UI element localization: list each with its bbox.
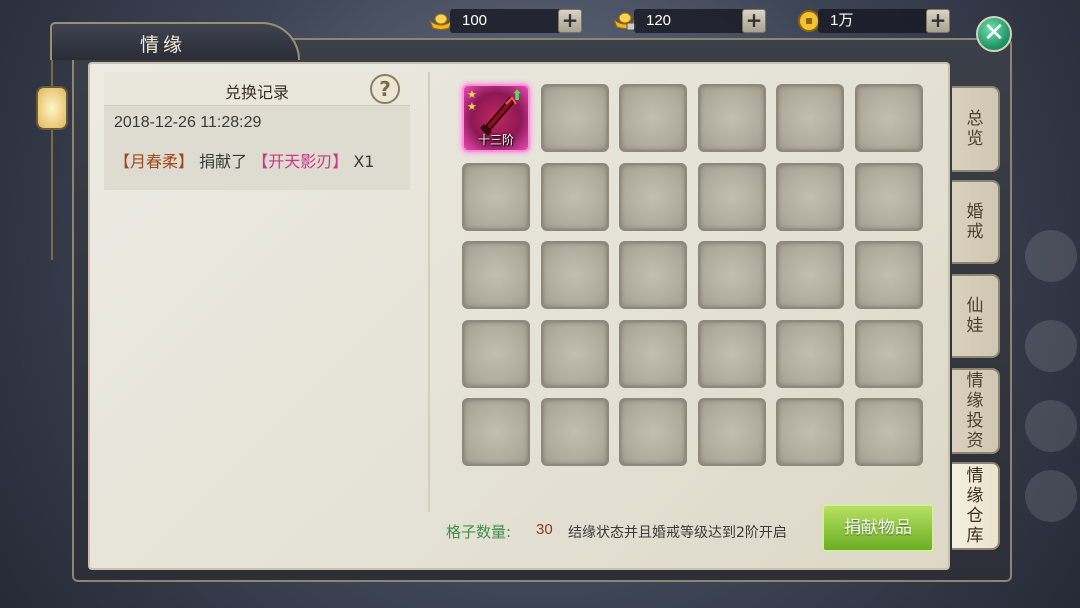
tab-wedding-ring[interactable]: 婚戒 bbox=[952, 180, 1000, 264]
add-bound-gold-button[interactable]: + bbox=[742, 9, 766, 33]
tab-label: 情缘仓库 bbox=[966, 466, 984, 546]
empty-slot[interactable] bbox=[854, 162, 923, 231]
currency-coin: 1万 + bbox=[794, 6, 950, 36]
empty-slot[interactable] bbox=[462, 319, 530, 388]
record-player: 【月春柔】 bbox=[114, 152, 195, 171]
item-tier: 十三阶 bbox=[477, 133, 514, 147]
empty-slot[interactable] bbox=[776, 319, 845, 388]
empty-slot[interactable] bbox=[776, 241, 845, 310]
record-header: 兑换记录 ? bbox=[104, 72, 410, 106]
empty-slot[interactable] bbox=[776, 84, 845, 152]
bg-decoration bbox=[1025, 470, 1077, 522]
empty-slot[interactable] bbox=[697, 398, 766, 467]
empty-slot[interactable] bbox=[540, 319, 609, 388]
add-coin-button[interactable]: + bbox=[926, 9, 950, 33]
record-title: 兑换记录 bbox=[224, 83, 289, 102]
empty-slot[interactable] bbox=[697, 241, 766, 310]
tab-fairy-child[interactable]: 仙娃 bbox=[952, 274, 1000, 358]
bg-decoration bbox=[1025, 400, 1077, 452]
lantern-icon bbox=[36, 86, 68, 130]
slot-count-label: 格子数量: bbox=[446, 523, 512, 541]
item-slot-weapon[interactable]: ★ ★ ⬆ 十三阶 bbox=[462, 84, 530, 152]
empty-slot[interactable] bbox=[619, 241, 688, 310]
bg-decoration bbox=[1025, 320, 1077, 372]
empty-slot[interactable] bbox=[462, 398, 530, 467]
empty-slot[interactable] bbox=[697, 319, 766, 388]
tab-love-investment[interactable]: 情缘投资 bbox=[952, 368, 1000, 454]
tab-overview[interactable]: 总览 bbox=[952, 86, 1000, 172]
empty-slot[interactable] bbox=[540, 241, 609, 310]
record-item: 【开天影刃】 bbox=[252, 152, 349, 171]
unlock-note: 结缘状态并且婚戒等级达到2阶开启 bbox=[568, 525, 787, 541]
empty-slot[interactable] bbox=[854, 319, 923, 388]
tab-love-storage[interactable]: 情缘仓库 bbox=[952, 462, 1000, 550]
currency-bar: 100 + 120 + 1万 + bbox=[410, 6, 950, 36]
empty-slot[interactable] bbox=[462, 241, 530, 310]
tab-label: 总览 bbox=[966, 109, 984, 149]
record-time: 2018-12-26 11:28:29 bbox=[114, 114, 262, 131]
empty-slot[interactable] bbox=[854, 398, 923, 467]
empty-slot[interactable] bbox=[619, 319, 688, 388]
empty-slot[interactable] bbox=[540, 84, 609, 152]
storage-grid: ★ ★ ⬆ 十三阶 bbox=[462, 84, 923, 467]
help-button[interactable]: ? bbox=[370, 74, 400, 104]
close-button[interactable]: ✕ bbox=[976, 16, 1012, 52]
donate-items-button[interactable]: 捐献物品 bbox=[822, 504, 934, 552]
window-title: 情缘 bbox=[140, 34, 187, 56]
window-title-tab: 情缘 bbox=[50, 22, 300, 60]
empty-slot[interactable] bbox=[540, 162, 609, 231]
empty-slot[interactable] bbox=[776, 162, 845, 231]
panel-divider bbox=[428, 72, 430, 512]
empty-slot[interactable] bbox=[854, 241, 923, 310]
empty-slot[interactable] bbox=[619, 398, 688, 467]
tab-label: 婚戒 bbox=[966, 202, 984, 242]
record-count: X1 bbox=[353, 152, 375, 171]
empty-slot[interactable] bbox=[619, 162, 688, 231]
record-entry: 【月春柔】 捐献了 【开天影刃】 X1 bbox=[114, 148, 374, 172]
add-gold-button[interactable]: + bbox=[558, 9, 582, 33]
exchange-record-panel: 兑换记录 ? 2018-12-26 11:28:29 【月春柔】 捐献了 【开天… bbox=[104, 72, 410, 190]
empty-slot[interactable] bbox=[540, 398, 609, 467]
tab-label: 情缘投资 bbox=[966, 371, 984, 451]
record-action: 捐献了 bbox=[199, 152, 248, 171]
empty-slot[interactable] bbox=[697, 84, 766, 152]
empty-slot[interactable] bbox=[462, 162, 530, 231]
currency-bound-gold: 120 + bbox=[610, 6, 766, 36]
empty-slot[interactable] bbox=[776, 398, 845, 467]
empty-slot[interactable] bbox=[854, 84, 923, 152]
tab-label: 仙娃 bbox=[966, 296, 984, 336]
empty-slot[interactable] bbox=[697, 162, 766, 231]
bg-decoration bbox=[1025, 230, 1077, 282]
lantern-string bbox=[51, 40, 53, 260]
currency-gold: 100 + bbox=[426, 6, 582, 36]
slot-count-value: 30 bbox=[536, 521, 553, 538]
empty-slot[interactable] bbox=[619, 84, 688, 152]
